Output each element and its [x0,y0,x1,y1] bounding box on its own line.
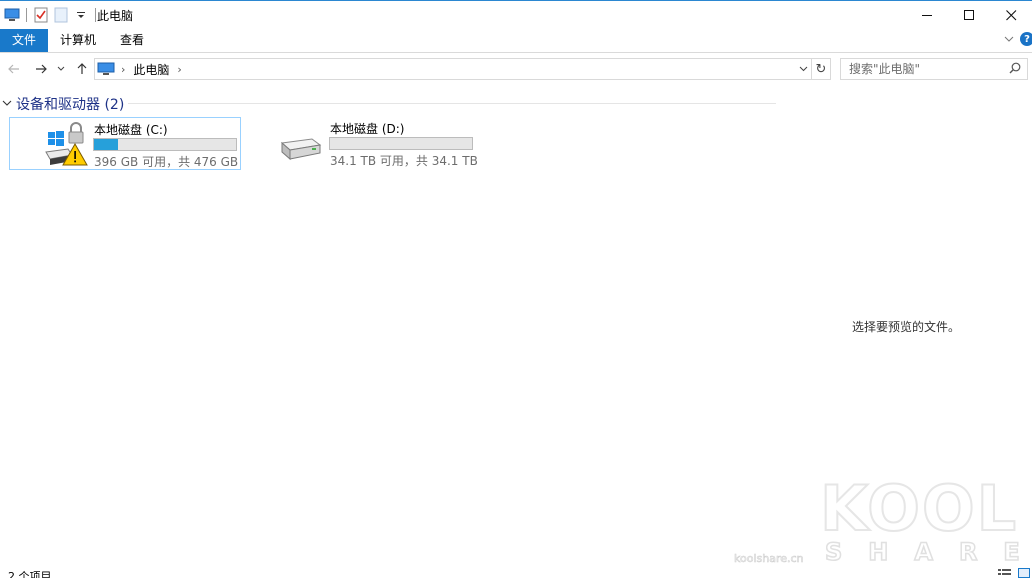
address-bar[interactable]: › 此电脑 › [94,58,812,80]
preview-message: 选择要预览的文件。 [851,320,960,334]
back-button[interactable] [4,58,24,80]
toolbar-separator [95,8,96,22]
breadcrumb-this-pc[interactable]: 此电脑 [133,61,169,78]
address-dropdown-button[interactable] [795,59,811,79]
navigation-bar: › 此电脑 › ↻ [0,56,1032,82]
drive-name: 本地磁盘 (D:) [330,122,405,136]
tab-file[interactable]: 文件 [0,29,48,52]
breadcrumb-separator[interactable]: › [177,63,181,76]
drive-item-d[interactable]: 本地磁盘 (D:) 34.1 TB 可用，共 34.1 TB [246,117,478,170]
maximize-button[interactable] [948,1,990,30]
this-pc-icon[interactable] [2,5,22,25]
koolshare-watermark: KOOL SHARE koolshare.cn [730,471,1032,576]
watermark-logo: KOOL [819,471,1019,546]
search-input[interactable] [841,62,1001,76]
drive-capacity-text: 34.1 TB 可用，共 34.1 TB [330,154,478,168]
drive-item-c[interactable]: 本地磁盘 (C:) 396 GB 可用，共 476 GB [9,117,241,170]
hard-drive-icon [278,121,326,167]
drive-usage-fill [94,139,119,150]
help-icon[interactable]: ? [1020,32,1032,46]
drive-name: 本地磁盘 (C:) [94,123,168,137]
search-box[interactable] [840,58,1028,80]
file-list-pane[interactable]: 设备和驱动器 (2) 本地磁盘 (C:) 396 GB 可用，共 476 GB … [0,88,780,566]
details-view-icon[interactable] [998,567,1012,578]
drive-usage-bar [93,138,237,151]
ribbon-right-controls: ? [1004,32,1032,46]
windows-drive-warning-icon [42,122,90,168]
large-icons-view-icon[interactable] [1018,567,1030,578]
group-header[interactable]: 设备和驱动器 (2) [2,94,124,114]
forward-button[interactable] [31,58,51,80]
status-bar: 2 个项目 [0,566,1032,578]
search-icon[interactable] [1009,62,1021,77]
expand-ribbon-icon[interactable] [1004,32,1014,46]
drive-usage-bar [329,137,473,150]
watermark-subtitle: SHARE [824,537,1032,567]
collapse-chevron-icon[interactable] [2,99,12,110]
breadcrumb-separator[interactable]: › [121,63,125,76]
close-button[interactable] [990,1,1032,30]
window-title: 此电脑 [97,9,134,23]
group-divider [128,103,776,104]
tab-computer[interactable]: 计算机 [52,29,104,52]
view-buttons [998,567,1030,578]
watermark-site: koolshare.cn [734,552,804,566]
refresh-button[interactable]: ↻ [812,58,831,80]
window-controls [906,1,1032,30]
customize-toolbar-icon[interactable] [71,5,91,25]
quick-access-toolbar [2,5,100,25]
title-bar: 此电脑 [0,0,1032,29]
minimize-button[interactable] [906,1,948,30]
drive-capacity-text: 396 GB 可用，共 476 GB [94,155,239,169]
group-title: 设备和驱动器 (2) [16,97,125,113]
new-folder-icon[interactable] [51,5,71,25]
tab-view[interactable]: 查看 [110,29,154,52]
ribbon-tabs: 文件 计算机 查看 ? [0,29,1032,53]
properties-icon[interactable] [31,5,51,25]
recent-locations-button[interactable] [54,58,68,80]
this-pc-icon [97,62,115,76]
up-button[interactable] [72,58,92,80]
toolbar-separator [26,8,27,22]
item-count: 2 个项目 [8,570,52,578]
